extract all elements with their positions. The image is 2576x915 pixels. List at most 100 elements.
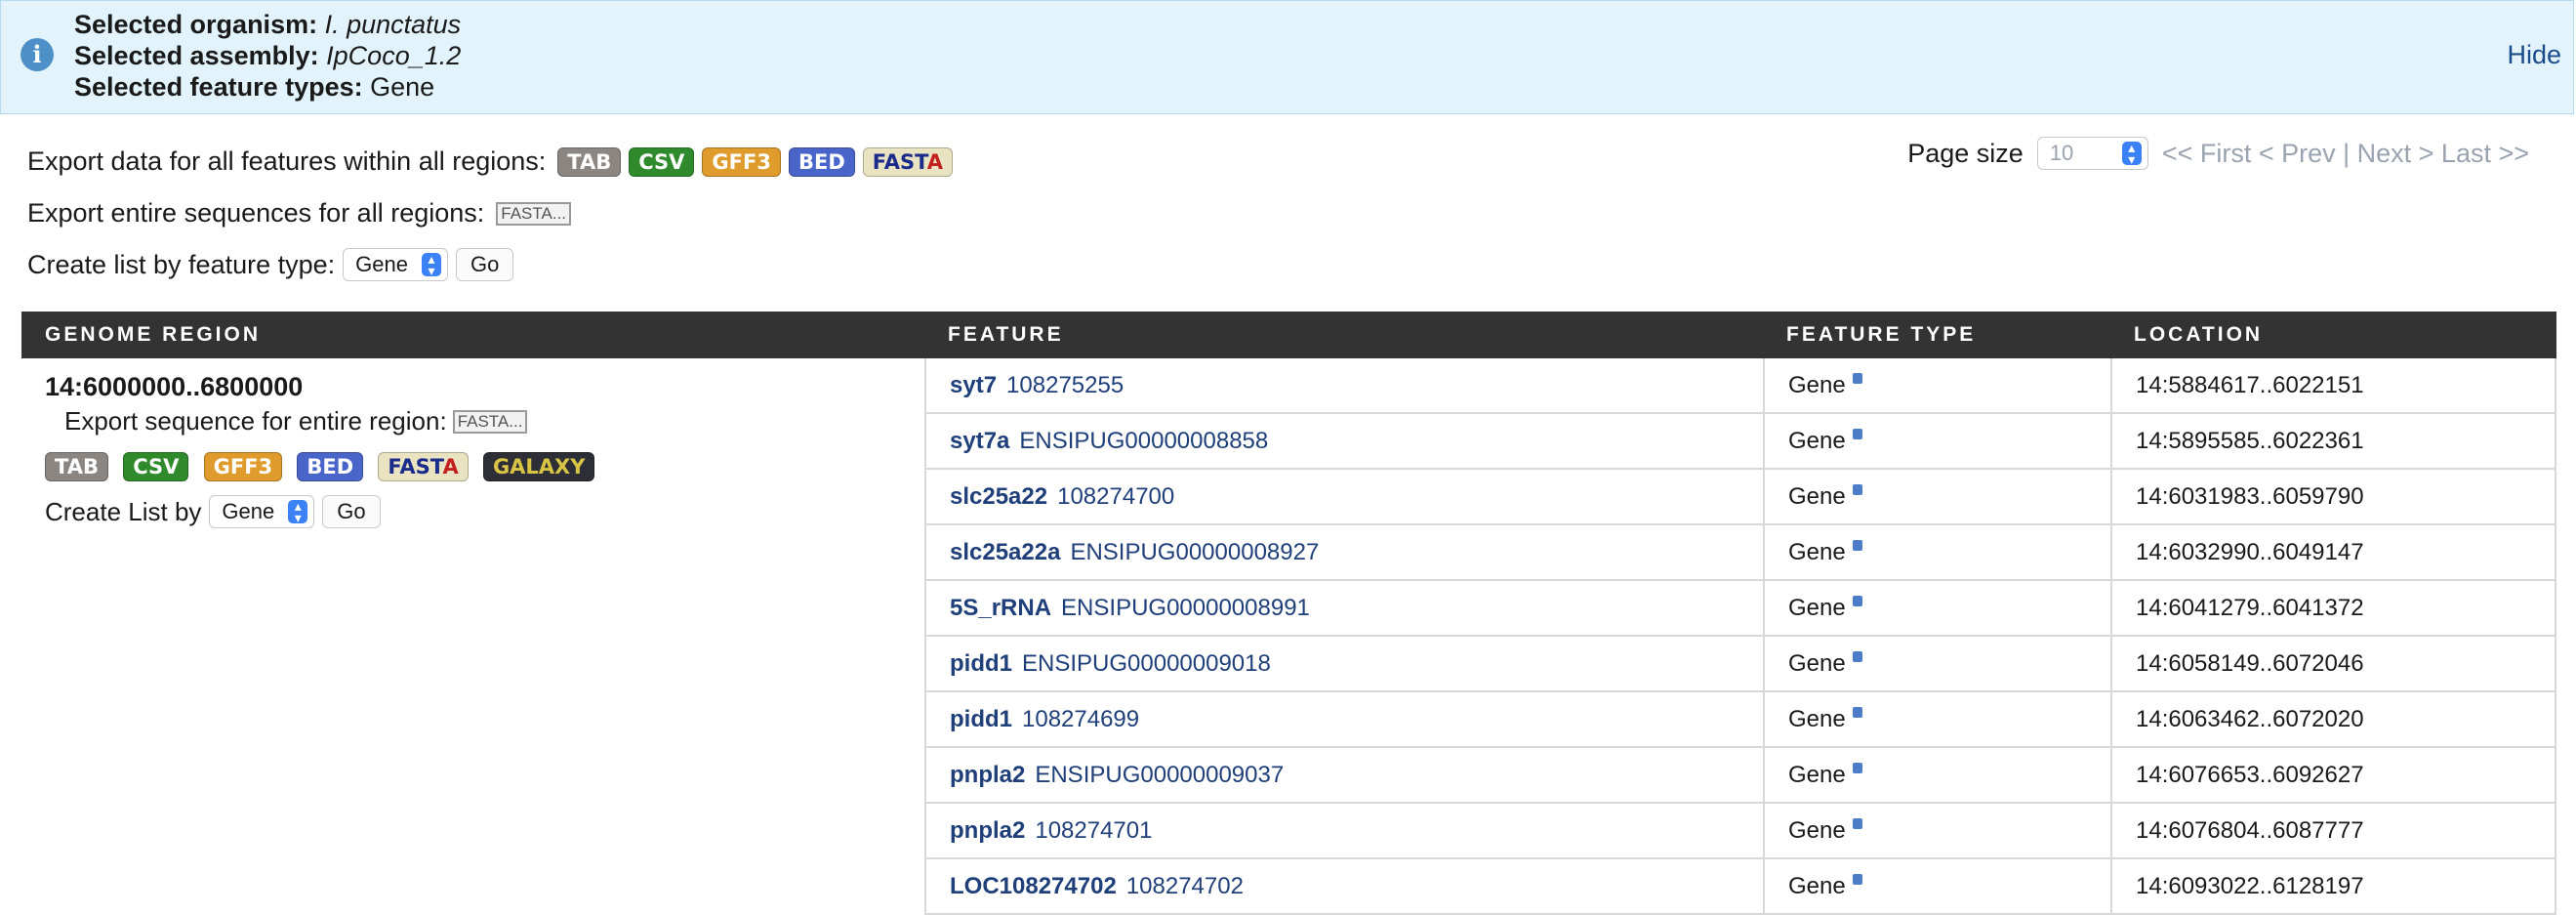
feature-type-text: Gene	[1788, 705, 1846, 732]
feature-type-info-icon[interactable]	[1852, 651, 1862, 662]
feature-rows: syt7 108275255 Gene 14:5884617..6022151 syt7…	[924, 358, 2556, 915]
feature-type-text: Gene	[1788, 594, 1846, 621]
feature-id-link[interactable]: ENSIPUG00000009037	[1035, 762, 1284, 789]
location-text: 14:6041279..6041372	[2136, 594, 2364, 621]
region-fasta-label-start: FAST	[388, 455, 443, 478]
feature-id-link[interactable]: 108274699	[1022, 706, 1139, 733]
region-export-badges: TAB CSV GFF3 BED FASTA GALAXY	[45, 450, 901, 481]
table-row: pnpla2 108274701 Gene 14:6076804..6087777	[924, 804, 2556, 859]
table-row: pidd1 ENSIPUG00000009018 Gene 14:6058149..6…	[924, 637, 2556, 692]
feature-type-cell: Gene	[1763, 525, 2110, 579]
create-list-select-value: Gene	[355, 252, 408, 276]
feature-symbol-link[interactable]: LOC108274702	[950, 873, 1117, 900]
region-gff3-button[interactable]: GFF3	[203, 452, 283, 481]
feature-type-info-icon[interactable]	[1852, 874, 1862, 885]
pager-nav[interactable]: << First < Prev | Next > Last >>	[2162, 139, 2529, 169]
location-text: 14:6093022..6128197	[2136, 872, 2364, 899]
feature-symbol-link[interactable]: pidd1	[950, 706, 1012, 733]
header-genome-region[interactable]: GENOME REGION	[21, 323, 924, 347]
info-icon: i	[20, 38, 54, 71]
location-text: 14:6076804..6087777	[2136, 816, 2364, 844]
export-csv-button[interactable]: CSV	[629, 146, 695, 177]
location-cell: 14:6063462..6072020	[2110, 692, 2556, 746]
hide-link[interactable]: Hide	[2507, 40, 2561, 70]
region-fasta-button[interactable]: FASTA...	[452, 409, 528, 434]
create-list-select[interactable]: Gene ▴ ▾	[343, 248, 448, 281]
table-row: syt7a ENSIPUG00000008858 Gene 14:5895585..6…	[924, 414, 2556, 470]
feature-type-cell: Gene	[1763, 581, 2110, 635]
feature-symbol-link[interactable]: pnpla2	[950, 762, 1025, 789]
region-export-row: Export sequence for entire region: FASTA…	[64, 406, 901, 437]
feature-cell: LOC108274702 108274702	[924, 859, 1763, 913]
feature-type-info-icon[interactable]	[1852, 818, 1862, 829]
header-feature[interactable]: FEATURE	[924, 323, 1763, 347]
feature-symbol-link[interactable]: pidd1	[950, 650, 1012, 678]
table-row: pnpla2 ENSIPUG00000009037 Gene 14:6076653..…	[924, 748, 2556, 804]
location-cell: 14:5895585..6022361	[2110, 414, 2556, 468]
feature-id-link[interactable]: ENSIPUG00000008927	[1070, 539, 1319, 566]
feature-id-link[interactable]: ENSIPUG00000008991	[1061, 595, 1310, 622]
page-size-select[interactable]: 10 ▴ ▾	[2036, 137, 2148, 170]
region-create-list-select[interactable]: Gene ▴ ▾	[209, 495, 315, 528]
feature-type-info-icon[interactable]	[1852, 707, 1862, 718]
location-cell: 14:6031983..6059790	[2110, 470, 2556, 523]
feature-cell: syt7 108275255	[924, 358, 1763, 412]
region-fasta-label-end: A	[442, 455, 459, 478]
feature-symbol-link[interactable]: 5S_rRNA	[950, 595, 1051, 622]
export-fasta-button[interactable]: FASTA	[862, 146, 954, 177]
feature-cell: syt7a ENSIPUG00000008858	[924, 414, 1763, 468]
region-create-list-row: Create List by Gene ▴ ▾ Go	[45, 495, 901, 528]
header-feature-type[interactable]: FEATURE TYPE	[1763, 323, 2110, 347]
region-csv-button[interactable]: CSV	[123, 452, 189, 481]
genome-region-cell: 14:6000000..6800000 Export sequence for …	[21, 358, 924, 915]
feature-type-text: Gene	[1788, 816, 1846, 844]
fasta-label-start: FAST	[872, 149, 927, 174]
feature-id-link[interactable]: ENSIPUG00000009018	[1022, 650, 1271, 678]
select-arrows-icon: ▴ ▾	[421, 252, 441, 277]
location-cell: 14:5884617..6022151	[2110, 358, 2556, 412]
feature-type-info-icon[interactable]	[1852, 596, 1862, 606]
feature-type-info-icon[interactable]	[1852, 429, 1862, 439]
feature-symbol-link[interactable]: syt7a	[950, 428, 1009, 455]
feature-id-link[interactable]: 108275255	[1006, 372, 1124, 399]
feature-symbol-link[interactable]: slc25a22a	[950, 539, 1060, 566]
feature-type-info-icon[interactable]	[1852, 540, 1862, 551]
feature-type-info-icon[interactable]	[1852, 484, 1862, 495]
location-cell: 14:6041279..6041372	[2110, 581, 2556, 635]
table-row: slc25a22a ENSIPUG00000008927 Gene 14:603299…	[924, 525, 2556, 581]
export-sequences-label: Export entire sequences for all regions:	[27, 198, 485, 228]
export-sequences-fasta-button[interactable]: FASTA...	[496, 201, 572, 226]
table-row: pidd1 108274699 Gene 14:6063462..6072020	[924, 692, 2556, 748]
header-location[interactable]: LOCATION	[2110, 323, 2556, 347]
page-size-label: Page size	[1907, 138, 2024, 168]
create-list-label: Create list by feature type:	[27, 249, 336, 279]
table-header: GENOME REGION FEATURE FEATURE TYPE LOCAT…	[21, 312, 2556, 358]
feature-id-link[interactable]: ENSIPUG00000008858	[1019, 428, 1268, 455]
region-create-list-go-button[interactable]: Go	[322, 495, 381, 528]
feature-type-cell: Gene	[1763, 804, 2110, 857]
region-fasta-export-button[interactable]: FASTA	[378, 452, 469, 481]
feature-type-info-icon[interactable]	[1852, 373, 1862, 384]
export-bed-button[interactable]: BED	[788, 146, 855, 177]
feature-symbol-link[interactable]: pnpla2	[950, 817, 1025, 845]
feature-symbol-link[interactable]: syt7	[950, 372, 997, 399]
feature-id-link[interactable]: 108274701	[1035, 817, 1152, 845]
location-text: 14:5895585..6022361	[2136, 427, 2364, 454]
create-list-go-button[interactable]: Go	[455, 248, 514, 281]
feature-symbol-link[interactable]: slc25a22	[950, 483, 1047, 511]
feature-type-info-icon[interactable]	[1852, 763, 1862, 773]
export-tab-button[interactable]: TAB	[557, 146, 622, 177]
region-create-list-label: Create List by	[45, 496, 202, 526]
region-bed-button[interactable]: BED	[297, 452, 364, 481]
export-gff3-button[interactable]: GFF3	[702, 146, 781, 177]
region-tab-button[interactable]: TAB	[45, 452, 108, 481]
feature-type-cell: Gene	[1763, 637, 2110, 690]
region-select-arrows-icon: ▴ ▾	[288, 499, 308, 524]
feature-cell: pidd1 ENSIPUG00000009018	[924, 637, 1763, 690]
feature-id-link[interactable]: 108274702	[1126, 873, 1244, 900]
region-galaxy-button[interactable]: GALAXY	[482, 452, 595, 481]
export-all-features-label: Export data for all features within all …	[27, 146, 547, 176]
feature-type-text: Gene	[1788, 371, 1846, 398]
feature-id-link[interactable]: 108274700	[1057, 483, 1174, 511]
table-row: LOC108274702 108274702 Gene 14:6093022..612…	[924, 859, 2556, 915]
